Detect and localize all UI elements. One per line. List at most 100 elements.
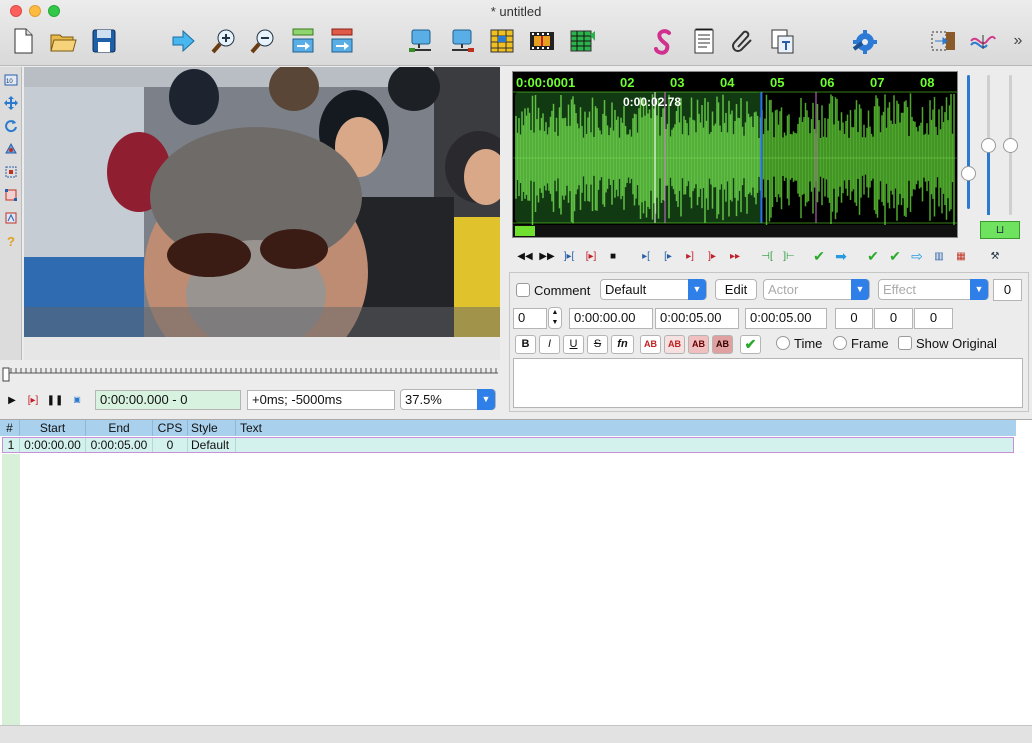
grid-header: # Start End CPS Style Text <box>0 420 1016 436</box>
volume-slider-knob[interactable] <box>981 138 996 153</box>
start-time-field[interactable]: 0:00:00.00 <box>569 308 653 329</box>
open-folder-icon[interactable] <box>47 26 79 56</box>
style-select[interactable]: Default ▼ <box>600 279 707 300</box>
auto-commit-icon[interactable]: ✔ <box>864 247 882 265</box>
attachment-icon[interactable] <box>727 26 759 56</box>
video-time-field[interactable]: 0:00:00.000 - 0 <box>95 390 241 410</box>
jump-arrow-icon[interactable] <box>167 26 199 56</box>
play-to-end-icon[interactable]: ▸▸ <box>726 247 744 265</box>
auto-next-icon[interactable]: ✔ <box>886 247 904 265</box>
italic-button[interactable]: I <box>539 335 560 354</box>
stop-icon[interactable]: ■ <box>604 247 622 265</box>
toolbar-overflow-chevron-icon[interactable]: » <box>1006 26 1030 56</box>
effect-select[interactable]: Effect ▼ <box>878 279 989 300</box>
margin-right-field[interactable]: 0 <box>874 308 913 329</box>
shadow-color-button[interactable]: AB <box>712 335 733 354</box>
karaoke-icon[interactable]: ▦ <box>952 247 970 265</box>
next-arrow-icon[interactable]: ➡ <box>832 247 850 265</box>
play-selection-icon[interactable]: ]▸[ <box>560 247 578 265</box>
rotate-xy-tool-icon[interactable] <box>4 142 18 156</box>
timing-tool-icon[interactable] <box>967 26 999 56</box>
previous-line-icon[interactable]: ◀◀ <box>516 247 534 265</box>
vertical-zoom-slider-knob[interactable] <box>1003 138 1018 153</box>
help-icon[interactable]: ? <box>4 234 18 248</box>
rotate-z-tool-icon[interactable] <box>4 119 18 133</box>
pause-icon[interactable]: ❚❚ <box>46 391 64 409</box>
translation-icon[interactable] <box>767 26 799 56</box>
bold-button[interactable]: B <box>515 335 536 354</box>
duration-field[interactable]: 0:00:05.00 <box>745 308 827 329</box>
commit-check-icon[interactable]: ✔ <box>740 335 761 354</box>
underline-button[interactable]: U <box>563 335 584 354</box>
notes-icon[interactable] <box>688 26 720 56</box>
spectrum-icon[interactable]: ▥ <box>930 247 948 265</box>
link-sliders-toggle[interactable]: ⊔ <box>980 221 1020 239</box>
grid-col-cps[interactable]: CPS <box>153 420 188 436</box>
jump-video-start-icon[interactable] <box>287 26 319 56</box>
zoom-select[interactable]: 37.5% ▼ <box>400 389 496 410</box>
outline-color-button[interactable]: AB <box>688 335 709 354</box>
play-current-line-icon[interactable]: [▸] <box>582 247 600 265</box>
automation-gear-icon[interactable] <box>848 26 880 56</box>
vector-clip-tool-icon[interactable] <box>4 211 18 225</box>
video-filmstrip-icon[interactable] <box>526 26 558 56</box>
play-icon[interactable]: ▶ <box>3 391 21 409</box>
play-line-icon[interactable]: [▸] <box>24 391 42 409</box>
styles-icon[interactable] <box>647 26 679 56</box>
drag-tool-icon[interactable] <box>4 96 18 110</box>
margin-left-field[interactable]: 0 <box>835 308 873 329</box>
lead-out-icon[interactable]: ]⊢ <box>780 247 798 265</box>
grid-col-start[interactable]: Start <box>20 420 86 436</box>
comment-checkbox[interactable] <box>516 283 530 297</box>
layer-field[interactable]: 0 <box>513 308 547 329</box>
grid-col-end[interactable]: End <box>86 420 153 436</box>
snap-start-icon[interactable] <box>405 26 437 56</box>
video-offset-field[interactable]: +0ms; -5000ms <box>247 390 395 410</box>
subtitle-text-editor[interactable] <box>513 358 1023 408</box>
audio-tool-icon[interactable]: ⚒ <box>986 247 1004 265</box>
standard-tool-icon[interactable]: 10 <box>4 73 18 87</box>
end-time-field[interactable]: 0:00:05.00 <box>655 308 739 329</box>
character-count-field: 0 <box>993 279 1022 301</box>
layer-stepper-icon[interactable]: ▲ ▼ <box>548 307 562 329</box>
play-before-icon[interactable]: ▸[ <box>637 247 655 265</box>
strikeout-button[interactable]: S <box>587 335 608 354</box>
play-first-500ms-icon[interactable]: [▸ <box>659 247 677 265</box>
commit-check-icon[interactable]: ✔ <box>810 247 828 265</box>
lead-in-icon[interactable]: ⊣[ <box>758 247 776 265</box>
audio-zoom-slider-knob[interactable] <box>961 166 976 181</box>
edit-style-button[interactable]: Edit <box>715 279 757 300</box>
jump-video-end-icon[interactable] <box>326 26 358 56</box>
video-seek-bar[interactable] <box>0 360 502 386</box>
table-row[interactable]: 1 0:00:00.00 0:00:05.00 0 Default <box>2 437 1014 453</box>
resample-icon[interactable] <box>927 26 959 56</box>
margin-vertical-field[interactable]: 0 <box>914 308 953 329</box>
scale-tool-icon[interactable] <box>4 165 18 179</box>
auto-scroll-audio-icon[interactable]: ⇨ <box>908 247 926 265</box>
play-last-500ms-icon[interactable]: ▸] <box>681 247 699 265</box>
video-display[interactable] <box>24 67 500 337</box>
new-file-icon[interactable] <box>7 26 39 56</box>
audio-waveform-display[interactable]: 0:00:0001 02 03 04 05 06 07 08 0:00:02.78 <box>512 71 958 238</box>
next-line-icon[interactable]: ▶▶ <box>538 247 556 265</box>
audio-zoom-slider-track[interactable] <box>967 75 970 209</box>
zoom-in-icon[interactable] <box>208 26 240 56</box>
color-grid-icon[interactable] <box>566 26 598 56</box>
show-original-checkbox[interactable] <box>898 336 912 350</box>
auto-scroll-icon[interactable]: ▣ <box>68 390 86 408</box>
clip-rect-tool-icon[interactable] <box>4 188 18 202</box>
save-icon[interactable] <box>88 26 120 56</box>
zoom-out-icon[interactable] <box>247 26 279 56</box>
grid-col-text[interactable]: Text <box>236 420 1016 436</box>
primary-color-button[interactable]: AB <box>640 335 661 354</box>
time-radio[interactable] <box>776 336 790 350</box>
font-button[interactable]: fn <box>611 335 634 354</box>
grid-col-style[interactable]: Style <box>188 420 236 436</box>
grid-col-number[interactable]: # <box>0 420 20 436</box>
snap-end-icon[interactable] <box>446 26 478 56</box>
secondary-color-button[interactable]: AB <box>664 335 685 354</box>
frame-radio[interactable] <box>833 336 847 350</box>
actor-select[interactable]: Actor ▼ <box>763 279 870 300</box>
play-after-icon[interactable]: ]▸ <box>703 247 721 265</box>
subtitle-grid-icon[interactable] <box>486 26 518 56</box>
